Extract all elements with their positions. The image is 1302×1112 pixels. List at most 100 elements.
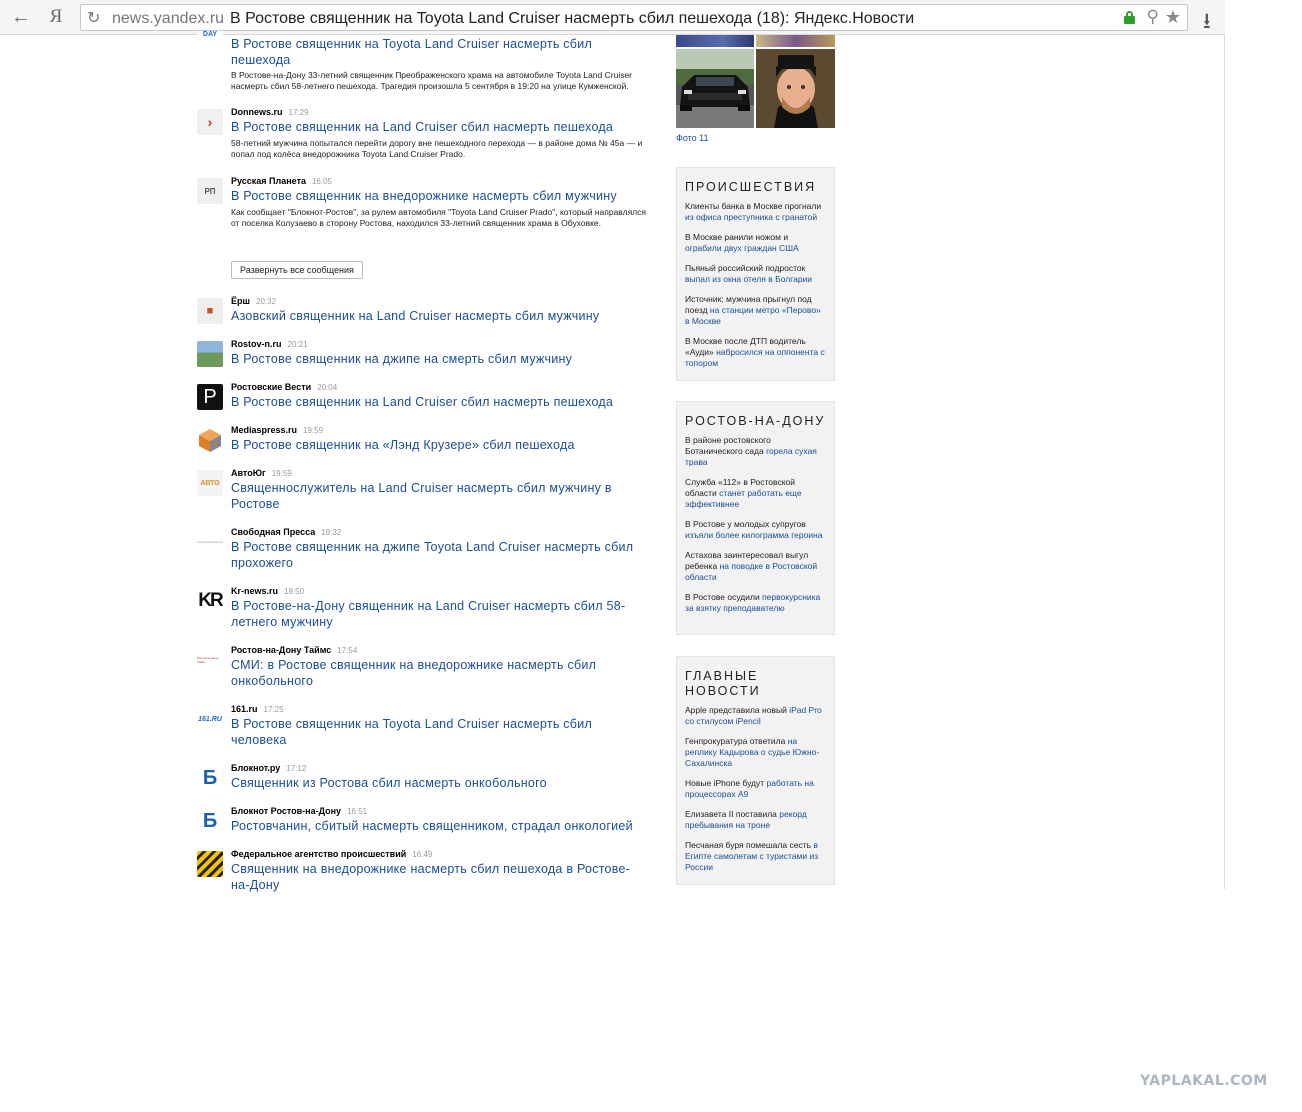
news-snippet: В Ростове-на-Дону 33-летний священник Пр… [231,70,633,91]
rubric-heading[interactable]: ПРОИСШЕСТВИЯ [685,180,826,195]
address-bar[interactable]: ↻ news.yandex.ru В Ростове священник на … [80,4,1188,31]
news-title-link[interactable]: В Ростове священник на Toyota Land Cruis… [231,716,641,748]
news-title-link[interactable]: В Ростове священник на джипе на смерть с… [231,351,641,367]
news-title-link[interactable]: Ростовчанин, сбитый насмерть священником… [231,818,641,834]
rubric-news-item[interactable]: Астахова заинтересовал выгул ребенка на … [685,550,826,583]
news-source[interactable]: АвтоЮг [231,468,266,478]
rubric-news-item[interactable]: В Ростове у молодых супругов изъяли боле… [685,519,826,541]
source-logo[interactable]: Ростов-на-Дону Таймс [197,647,223,673]
expand-all-button[interactable]: Развернуть все сообщения [231,261,363,279]
news-time: 16:49 [412,850,433,859]
source-logo[interactable] [197,851,223,877]
news-title-link[interactable]: В Ростове священник на «Лэнд Крузере» сб… [231,437,641,453]
photo-count-link[interactable]: Фото 11 [676,133,709,143]
bookmark-star-icon[interactable]: ★ [1165,7,1181,28]
rubric-box-top-news: ГЛАВНЫЕ НОВОСТИ Apple представила новый … [676,656,835,885]
news-snippet: Как сообщает "Блокнот-Ростов", за рулем … [231,207,646,228]
news-title-link[interactable]: В Ростове священник на джипе Toyota Land… [231,539,641,571]
rubric-heading[interactable]: РОСТОВ-НА-ДОНУ [685,414,826,429]
news-title-link[interactable]: В Ростове священник на Land Cruiser сбил… [231,119,641,135]
news-time: 17:12 [286,764,307,773]
gallery-photo-car[interactable] [676,49,754,128]
rubric-box-incidents: ПРОИСШЕСТВИЯ Клиенты банка в Москве прог… [676,167,835,381]
news-source[interactable]: Ростовские Вести [231,382,311,392]
news-source[interactable]: 161.ru [231,704,258,714]
browser-toolbar: ← Я ↻ news.yandex.ru В Ростове священник… [0,0,1225,35]
zoom-icon[interactable]: ⚲ [1147,7,1159,27]
rubric-news-item[interactable]: Елизавета II поставила рекорд пребывания… [685,809,826,831]
rubric-box-rostov: РОСТОВ-НА-ДОНУ В районе ростовского Бота… [676,401,835,635]
yandex-icon[interactable]: Я [45,6,67,28]
rubric-news-item[interactable]: Источник: мужчина прыгнул под поезд на с… [685,294,826,327]
source-logo[interactable]: › [197,109,223,135]
news-source[interactable]: Русская Планета [231,176,306,186]
source-logo[interactable] [197,341,223,367]
address-url[interactable]: news.yandex.ru [112,10,224,28]
news-title-link[interactable]: В Ростове священник на внедорожнике насм… [231,188,641,204]
news-time: 16:51 [347,807,368,816]
lock-icon[interactable] [1124,11,1135,24]
rubric-news-item[interactable]: В Москве после ДТП водитель «Ауди» набро… [685,336,826,369]
source-logo[interactable]: ■ [197,298,223,324]
rubric-news-item[interactable]: Пьяный российский подросток выпал из окн… [685,263,826,285]
source-logo[interactable]: СвободнаяПресса [197,529,223,555]
gallery-photo[interactable] [756,35,835,47]
rubric-news-item[interactable]: Новые iPhone будут работать на процессор… [685,778,826,800]
source-logo[interactable]: РП [197,178,223,204]
news-time: 19:59 [303,426,324,435]
reload-icon[interactable]: ↻ [87,8,100,28]
rubric-news-item[interactable]: Apple представила новый iPad Pro со стил… [685,705,826,727]
news-source[interactable]: Rostov-n.ru [231,339,282,349]
site-watermark: YAPLAKAL.COM [1140,1073,1268,1089]
rubric-heading[interactable]: ГЛАВНЫЕ НОВОСТИ [685,669,775,699]
news-source[interactable]: Ростов-на-Дону Таймс [231,645,331,655]
news-time: 17:25 [263,705,284,714]
news-source[interactable]: Блокнот Ростов-на-Дону [231,806,341,816]
rubric-news-item[interactable]: Клиенты банка в Москве прогнали из офиса… [685,201,826,223]
news-time: 19:59 [271,469,292,478]
source-logo[interactable]: P [197,384,223,410]
source-logo[interactable]: АВТО [197,470,223,496]
news-title-link[interactable]: Священнослужитель на Land Cruiser насмер… [231,480,641,512]
news-title-link[interactable]: Азовский священник на Land Cruiser насме… [231,308,641,324]
news-source[interactable]: Kr-news.ru [231,586,278,596]
news-title-link[interactable]: В Ростове-на-Дону священник на Land Crui… [231,598,641,630]
source-logo[interactable] [197,427,223,453]
source-logo[interactable]: 161.RU [197,706,223,732]
news-time: 20:04 [317,383,338,392]
rubric-news-item[interactable]: Песчаная буря помешала сесть в Египте са… [685,840,826,873]
news-title-link[interactable]: В Ростове священник на Toyota Land Cruis… [231,36,641,68]
news-source[interactable]: Ёрш [231,296,250,306]
source-logo[interactable]: DAY [197,31,223,43]
news-source[interactable]: Федеральное агентство происшествий [231,849,406,859]
news-time: 18:50 [284,587,305,596]
source-logo[interactable]: Б [197,808,223,834]
source-logo[interactable]: Б [197,765,223,791]
rubric-news-item[interactable]: Генпрокуратура ответила на реплику Кадыр… [685,736,826,769]
download-icon[interactable]: ⭳ [1203,4,1211,42]
news-source[interactable]: Свободная Пресса [231,527,315,537]
news-source[interactable]: Mediaspress.ru [231,425,297,435]
page-edge-divider [1224,35,1225,889]
news-time: 17:29 [288,108,309,117]
back-arrow-icon[interactable]: ← [10,6,32,28]
rubric-news-item[interactable]: Служба «112» в Ростовской области станет… [685,477,826,510]
rubric-news-item[interactable]: В районе ростовского Ботанического сада … [685,435,826,468]
news-title-link[interactable]: СМИ: в Ростове священник на внедорожнике… [231,657,641,689]
news-title-link[interactable]: Священник на внедорожнике насмерть сбил … [231,861,641,893]
news-time: 20:21 [287,340,308,349]
news-time: 20:32 [256,297,277,306]
news-title-link[interactable]: Священник из Ростова сбил насмерть онкоб… [231,775,641,791]
news-title-link[interactable]: В Ростове священник на Land Cruiser сбил… [231,394,641,410]
news-source[interactable]: Donnews.ru [231,107,283,117]
news-snippet: 58-летний мужчина попытался перейти доро… [231,138,643,159]
gallery-photo-priest[interactable] [756,49,835,128]
rubric-news-item[interactable]: В Ростове осудили первокурсника за взятк… [685,592,826,614]
rubric-news-item[interactable]: В Москве ранили ножом и ограбили двух гр… [685,232,826,254]
news-time: 16:05 [311,177,333,186]
news-time: 17:54 [337,646,358,655]
address-page-title[interactable]: В Ростове священник на Toyota Land Cruis… [230,10,914,28]
news-source[interactable]: Блокнот.ру [231,763,280,773]
gallery-photo[interactable] [676,35,754,47]
source-logo[interactable]: KR [197,588,223,614]
